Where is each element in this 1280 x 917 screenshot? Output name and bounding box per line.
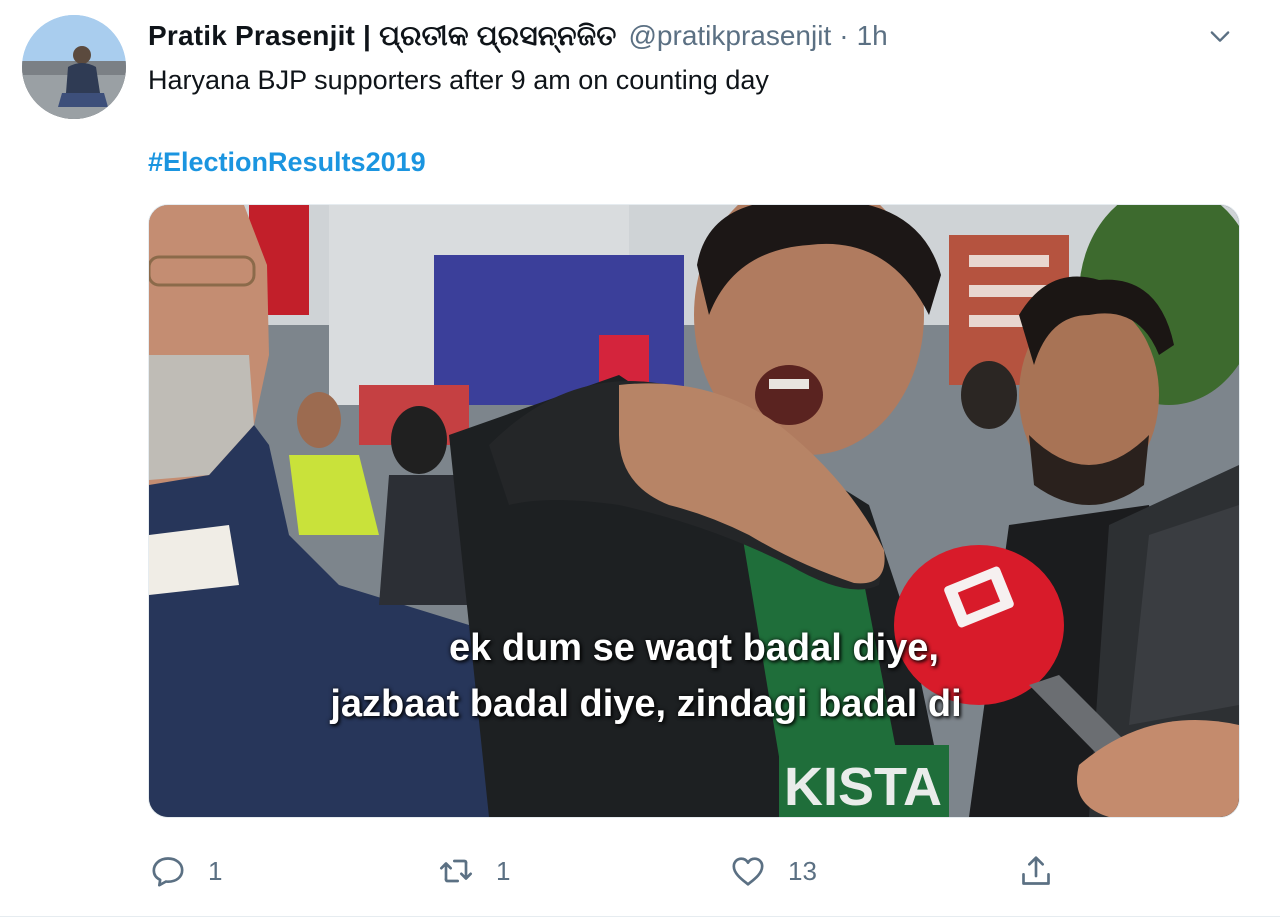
retweet-button[interactable]: 1	[436, 846, 510, 896]
reply-icon	[152, 857, 184, 887]
chevron-down-icon[interactable]	[1206, 22, 1234, 50]
heart-icon	[732, 857, 764, 886]
retweet-icon	[440, 859, 472, 883]
user-handle[interactable]: @pratikprasenjit	[629, 20, 832, 52]
display-name[interactable]: Pratik Prasenjit | ପ୍ରତୀକ ପ୍ରସନ୍ନଜିତ	[148, 20, 617, 53]
avatar-image	[22, 15, 126, 119]
shirt-lettering: KISTA	[784, 757, 942, 817]
video-subtitle-line-2: jazbaat badal diye, zindagi badal di	[330, 683, 962, 725]
avatar[interactable]	[22, 15, 126, 119]
hashtag-link[interactable]: #ElectionResults2019	[148, 142, 426, 182]
share-icon	[1022, 856, 1050, 885]
like-button[interactable]: 13	[728, 846, 817, 896]
tweet-card[interactable]: Pratik Prasenjit | ପ୍ରତୀକ ପ୍ରସନ୍ନଜିତ @pr…	[0, 0, 1280, 917]
tweet-text: Haryana BJP supporters after 9 am on cou…	[148, 65, 769, 95]
tweet-media-video[interactable]: KISTA ek dum se waqt badal diye, jazbaat…	[148, 204, 1240, 818]
reply-count: 1	[208, 855, 223, 886]
video-subtitle-line-1: ek dum se waqt badal diye,	[449, 627, 939, 669]
tweet-header: Pratik Prasenjit | ପ୍ରତୀକ ପ୍ରସନ୍ନଜିତ @pr…	[148, 14, 888, 58]
like-count: 13	[788, 855, 817, 886]
reply-button[interactable]: 1	[148, 846, 222, 896]
share-button[interactable]	[1016, 846, 1056, 896]
separator-dot: ·	[839, 20, 849, 51]
tweet-timestamp[interactable]: 1h	[857, 20, 888, 52]
tweet-actions: 1 1 13	[148, 846, 1148, 896]
retweet-count: 1	[496, 855, 511, 886]
